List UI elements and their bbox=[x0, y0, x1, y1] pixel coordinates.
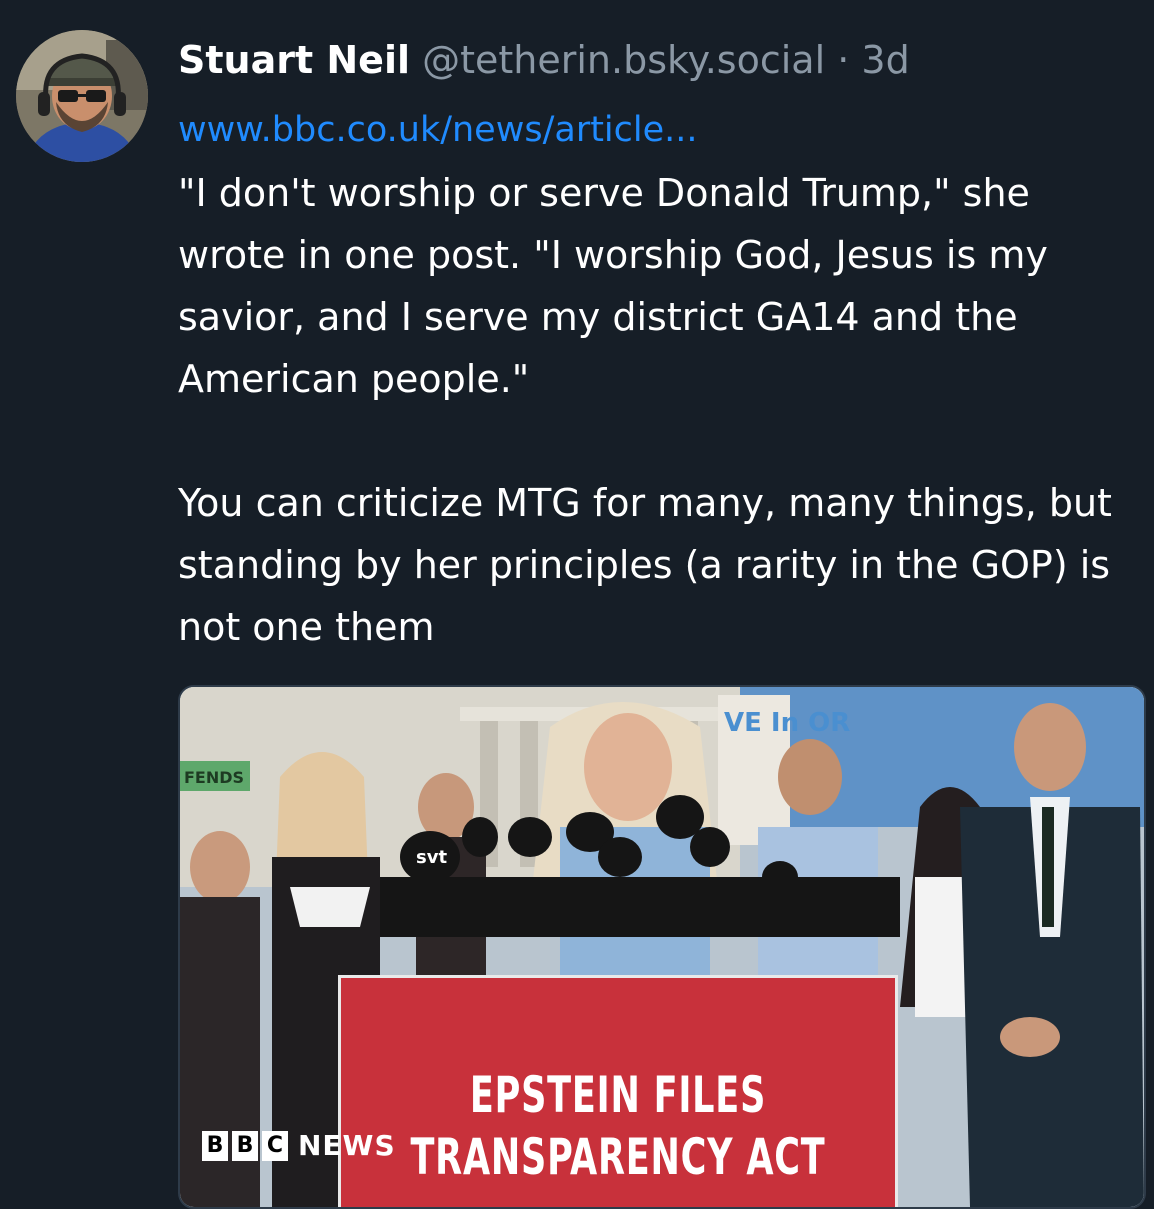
bbc-letter-3: C bbox=[262, 1130, 288, 1161]
podium-line-1: EPSTEIN FILES bbox=[469, 1066, 767, 1124]
author-name[interactable]: Stuart Neil bbox=[178, 38, 410, 82]
podium-sign: EPSTEIN FILES TRANSPARENCY ACT bbox=[338, 975, 898, 1207]
bbc-letter-2: B bbox=[232, 1130, 258, 1161]
header-separator: · bbox=[837, 38, 850, 82]
post-text: "I don't worship or serve Donald Trump,"… bbox=[178, 162, 1138, 658]
podium-line-2: TRANSPARENCY ACT bbox=[410, 1128, 826, 1186]
avatar[interactable] bbox=[16, 30, 148, 162]
post-paragraph-1: "I don't worship or serve Donald Trump,"… bbox=[178, 171, 1048, 401]
banner-text: FENDS bbox=[184, 768, 244, 787]
bbc-letter-1: B bbox=[202, 1130, 228, 1161]
post[interactable]: Stuart Neil @tetherin.bsky.social · 3d w… bbox=[0, 0, 1154, 1209]
embedded-image[interactable]: FENDS VE In OR svt EPSTEIN FILES TRANSPA… bbox=[178, 685, 1146, 1209]
sign-text: VE In OR bbox=[724, 708, 850, 738]
article-link[interactable]: www.bbc.co.uk/news/article... bbox=[178, 104, 698, 156]
mic-label: svt bbox=[416, 847, 447, 868]
post-age[interactable]: 3d bbox=[861, 38, 909, 82]
bbc-news-text: NEWS bbox=[298, 1129, 396, 1162]
author-handle[interactable]: @tetherin.bsky.social bbox=[422, 38, 825, 82]
bbc-news-logo: B B C NEWS bbox=[202, 1129, 396, 1162]
post-header: Stuart Neil @tetherin.bsky.social · 3d bbox=[178, 34, 910, 86]
post-paragraph-2: You can criticize MTG for many, many thi… bbox=[178, 481, 1112, 649]
